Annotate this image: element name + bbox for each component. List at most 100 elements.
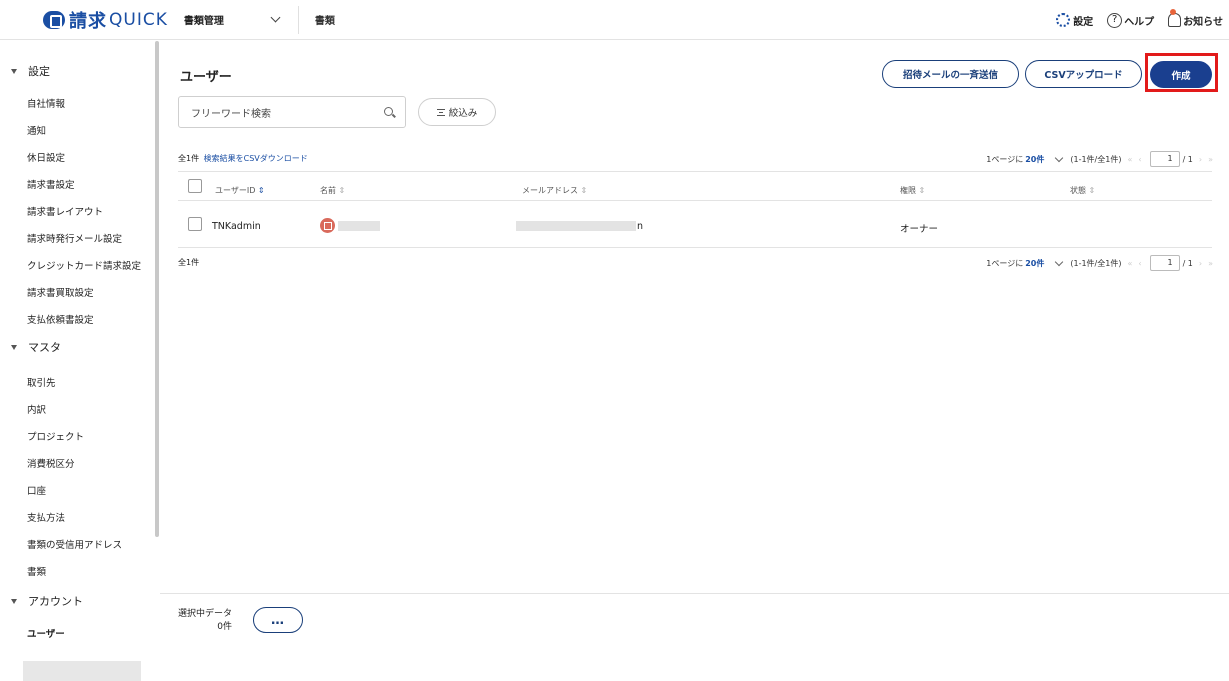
prev-page-icon[interactable]: ‹ [1138,259,1141,268]
header-actions: 設定 ? ヘルプ お知らせ [1042,0,1223,40]
filter-button[interactable]: 絞込み [418,98,496,126]
sort-icon: ⇕ [580,186,588,195]
col-status[interactable]: 状態 ⇕ [1070,185,1095,196]
col-user-id[interactable]: ユーザーID ⇕ [215,185,265,196]
chevron-down-icon[interactable] [1055,257,1064,266]
first-page-icon[interactable]: « [1127,155,1132,164]
caret-down-icon [11,344,17,350]
search-icon [384,107,393,116]
per-page-select[interactable]: 20件 [1025,154,1044,165]
col-label: メールアドレス [522,186,578,195]
selection-summary: 選択中データ 0件 [178,608,232,634]
page-title: ユーザー [180,70,232,85]
sidebar-item-invoice-layout[interactable]: 請求書レイアウト [27,204,103,218]
per-page-select[interactable]: 20件 [1025,258,1044,269]
section-label: マスタ [28,341,61,354]
sort-icon: ⇕ [338,186,346,195]
sidebar-item-users[interactable]: ユーザー [27,626,65,640]
sidebar-item-clients[interactable]: 取引先 [27,375,56,389]
next-page-icon[interactable]: › [1199,259,1202,268]
app-logo[interactable]: 請求 QUICK [43,7,168,33]
caret-down-icon [11,68,17,74]
last-page-icon[interactable]: » [1208,259,1213,268]
sidebar-item-payment-method[interactable]: 支払方法 [27,510,65,524]
settings-label: 設定 [1073,16,1094,28]
page-input[interactable]: 1 [1149,255,1180,271]
total-pages: / 1 [1182,258,1193,268]
sidebar-item-invoice-settings[interactable]: 請求書設定 [27,177,75,191]
last-page-icon[interactable]: » [1208,155,1213,164]
first-page-icon[interactable]: « [1127,259,1132,268]
invite-mail-button[interactable]: 招待メールの一斉送信 [882,60,1019,88]
sidebar-item-breakdown[interactable]: 内訳 [27,402,46,416]
create-button[interactable]: 作成 [1150,61,1212,88]
sidebar-item-receive-address[interactable]: 書類の受信用アドレス [27,537,122,551]
col-role[interactable]: 権限 ⇕ [900,185,925,196]
col-name[interactable]: 名前 ⇕ [320,185,345,196]
sidebar-active-bg [23,661,141,681]
sidebar-item-invoice-mail[interactable]: 請求時発行メール設定 [27,231,122,245]
search-placeholder: フリーワード検索 [191,108,271,120]
row-checkbox[interactable] [188,217,202,231]
sidebar-item-company[interactable]: 自社情報 [27,96,65,110]
redacted-name [338,221,380,231]
total-count: 全1件 [178,154,200,163]
table-bottom-border [178,247,1212,248]
cell-role: オーナー [900,224,939,235]
logo-quick: QUICK [109,9,168,30]
sidebar-item-notifications[interactable]: 通知 [27,123,46,137]
sidebar-item-credit-card[interactable]: クレジットカード請求設定 [27,258,141,272]
divider [297,5,299,34]
sidebar-item-accounts[interactable]: 口座 [27,483,46,497]
help-label: ヘルプ [1124,16,1155,28]
selected-label: 選択中データ [178,609,233,619]
module-select[interactable]: 書類管理 [184,12,281,27]
per-page-prefix: 1ページに [986,154,1024,164]
notices-link[interactable]: お知らせ [1168,9,1223,28]
table-header-border [178,200,1212,201]
select-all-checkbox[interactable] [188,179,202,193]
csv-download-link[interactable]: 検索結果をCSVダウンロード [204,154,308,163]
col-label: 名前 [320,186,336,195]
redacted-email [516,221,636,231]
help-icon: ? [1107,12,1123,28]
main-content: ユーザー 招待メールの一斉送信 CSVアップロード 作成 フリーワード検索 絞込… [160,41,1229,648]
gear-icon [1056,13,1071,27]
top-bar: 請求 QUICK 書類管理 書類 設定 ? ヘルプ お知らせ [0,0,1229,40]
sidebar-item-documents[interactable]: 書類 [27,564,46,578]
settings-link[interactable]: 設定 [1056,13,1093,28]
filter-label: 絞込み [448,108,478,119]
bell-icon [1168,9,1182,27]
sidebar-item-projects[interactable]: プロジェクト [27,429,84,443]
docs-link[interactable]: 書類 [315,12,335,27]
csv-upload-button[interactable]: CSVアップロード [1025,60,1142,88]
sidebar-item-factoring[interactable]: 請求書買取設定 [27,285,94,299]
sidebar-section-master[interactable]: マスタ [11,339,61,355]
sidebar-section-settings[interactable]: 設定 [11,63,50,79]
page-range: (1-1件/全1件) [1070,258,1122,268]
section-label: 設定 [28,65,50,78]
result-summary: 全1件 検索結果をCSVダウンロード [178,153,308,164]
col-email[interactable]: メールアドレス ⇕ [522,185,587,196]
more-actions-button[interactable]: … [253,607,303,633]
notices-label: お知らせ [1183,16,1223,28]
sidebar-scrollbar[interactable] [155,41,159,537]
search-input[interactable]: フリーワード検索 [178,96,406,128]
footer-count: 全1件 [178,258,200,267]
sidebar-item-tax[interactable]: 消費税区分 [27,456,75,470]
caret-down-icon [11,598,17,604]
prev-page-icon[interactable]: ‹ [1138,155,1141,164]
avatar [320,218,335,233]
chevron-down-icon[interactable] [1055,153,1064,162]
col-label: 権限 [900,186,916,195]
logo-mark-icon [43,10,65,29]
sidebar-section-account[interactable]: アカウント [11,593,83,609]
next-page-icon[interactable]: › [1199,155,1202,164]
col-label: 状態 [1070,186,1086,195]
filter-icon [436,108,445,116]
sidebar-item-payment-request[interactable]: 支払依頼書設定 [27,312,94,326]
section-label: アカウント [28,595,83,608]
page-input[interactable]: 1 [1149,151,1180,167]
sidebar-item-holidays[interactable]: 休日設定 [27,150,65,164]
help-link[interactable]: ? ヘルプ [1107,12,1155,28]
